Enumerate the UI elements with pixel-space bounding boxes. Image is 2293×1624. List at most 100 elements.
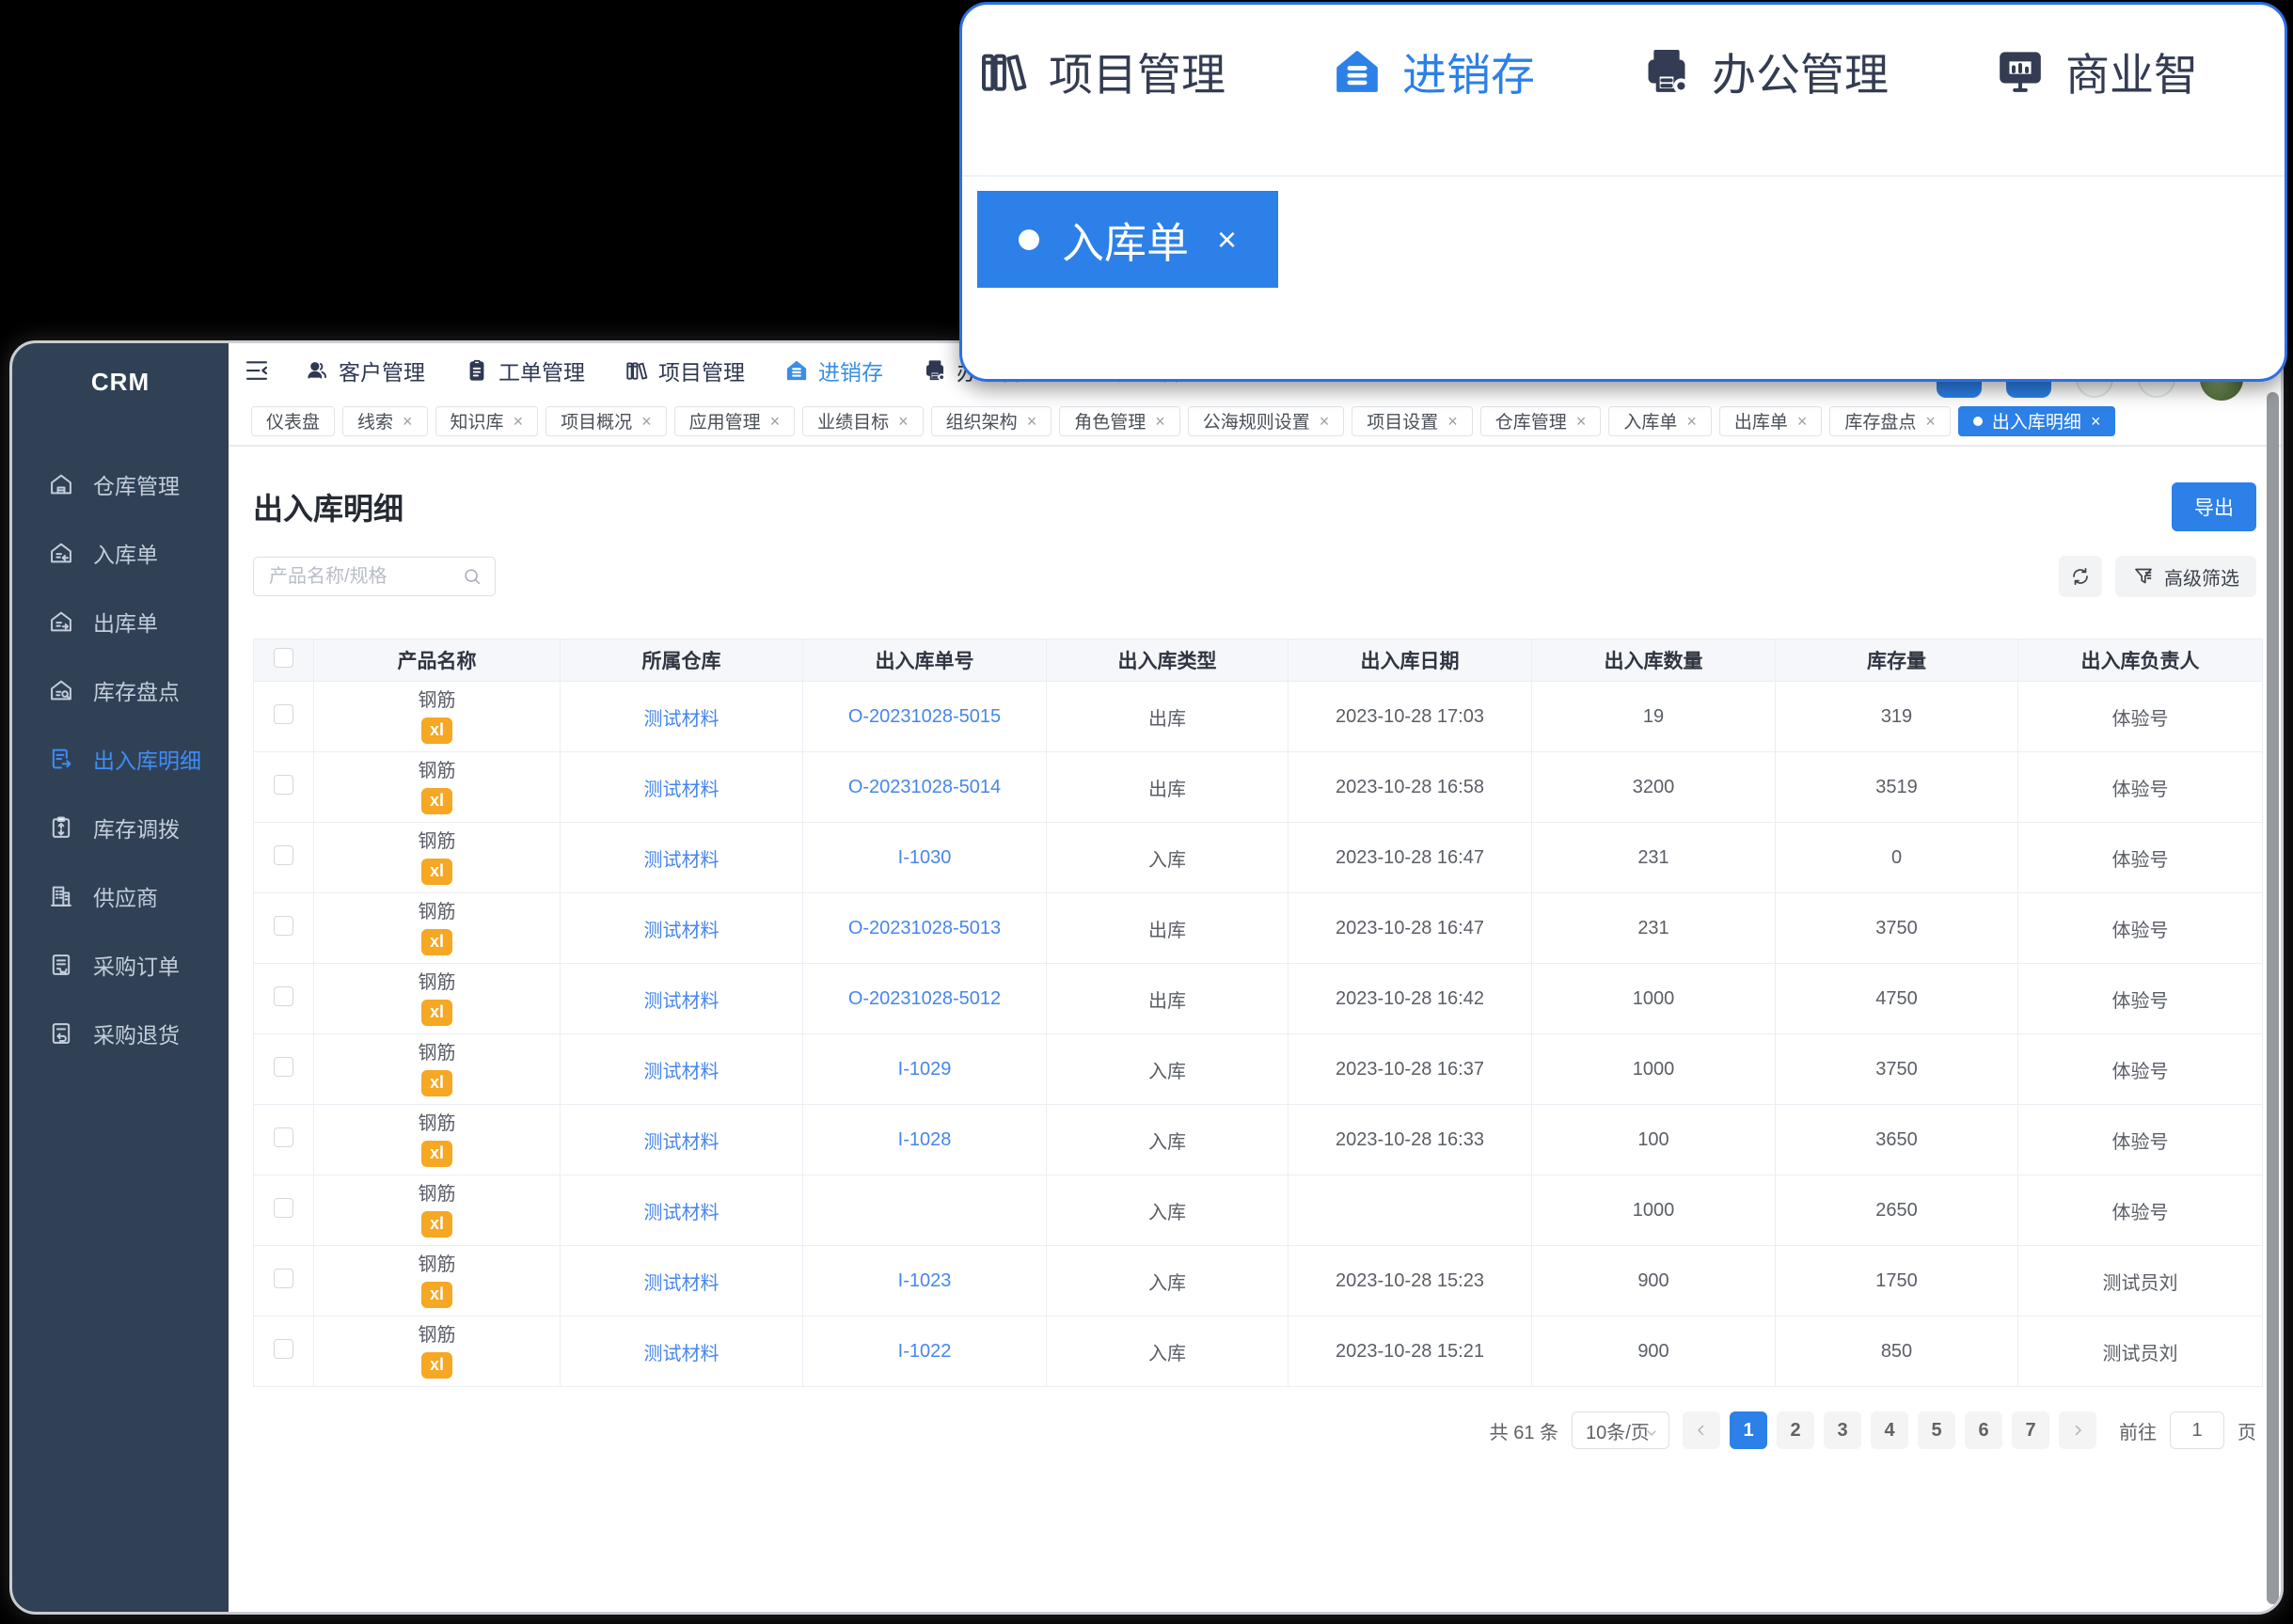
order-no-link[interactable]: I-1028 bbox=[898, 1129, 952, 1150]
tab-仪表盘[interactable]: 仪表盘 bbox=[251, 406, 335, 436]
page-button-4[interactable]: 4 bbox=[1871, 1411, 1908, 1449]
export-button[interactable]: 导出 bbox=[2172, 482, 2256, 531]
row-checkbox[interactable] bbox=[274, 916, 293, 936]
warehouse-link[interactable]: 测试材料 bbox=[644, 921, 720, 941]
close-icon[interactable]: × bbox=[898, 413, 909, 430]
order-no-link[interactable]: I-1029 bbox=[898, 1059, 952, 1080]
warehouse-link[interactable]: 测试材料 bbox=[644, 1273, 720, 1294]
overlay-nav-item-项目管理[interactable]: 项目管理 bbox=[977, 39, 1226, 103]
close-icon[interactable]: × bbox=[1027, 413, 1037, 430]
sidebar-item-出库单[interactable]: 出库单 bbox=[12, 587, 229, 655]
sidebar-item-库存调拨[interactable]: 库存调拨 bbox=[12, 793, 229, 861]
close-icon[interactable]: × bbox=[1217, 220, 1237, 260]
select-all-checkbox[interactable] bbox=[274, 648, 293, 668]
sidebar-item-入库单[interactable]: 入库单 bbox=[12, 518, 229, 587]
qty-cell: 1000 bbox=[1532, 964, 1776, 1034]
tab-知识库[interactable]: 知识库× bbox=[435, 406, 539, 436]
page-button-3[interactable]: 3 bbox=[1824, 1411, 1861, 1449]
tab-线索[interactable]: 线索× bbox=[342, 406, 428, 436]
page-button-2[interactable]: 2 bbox=[1777, 1411, 1814, 1449]
tab-应用管理[interactable]: 应用管理× bbox=[674, 406, 796, 436]
tab-仓库管理[interactable]: 仓库管理× bbox=[1480, 406, 1602, 436]
topnav-item-项目管理[interactable]: 项目管理 bbox=[625, 355, 745, 386]
advanced-filter-button[interactable]: 高级筛选 bbox=[2115, 556, 2256, 597]
close-icon[interactable]: × bbox=[1686, 413, 1697, 430]
search-input[interactable] bbox=[253, 557, 496, 596]
refresh-button[interactable] bbox=[2059, 556, 2102, 597]
warehouse-link[interactable]: 测试材料 bbox=[644, 1062, 720, 1082]
topnav-item-客户管理[interactable]: 客户管理 bbox=[305, 355, 425, 386]
order-no-link[interactable]: I-1030 bbox=[898, 847, 952, 868]
row-checkbox[interactable] bbox=[274, 704, 293, 724]
sidebar-item-采购订单[interactable]: 采购订单 bbox=[12, 930, 229, 999]
sidebar-item-出入库明细[interactable]: 出入库明细 bbox=[12, 724, 229, 793]
row-checkbox[interactable] bbox=[274, 1339, 293, 1359]
tab-项目概况[interactable]: 项目概况× bbox=[546, 406, 667, 436]
warehouse-link[interactable]: 测试材料 bbox=[644, 1132, 720, 1153]
tab-出库单[interactable]: 出库单× bbox=[1719, 406, 1823, 436]
row-checkbox[interactable] bbox=[274, 1269, 293, 1288]
close-icon[interactable]: × bbox=[403, 413, 413, 430]
order-no-link[interactable]: O-20231028-5014 bbox=[848, 777, 1001, 797]
page-size-select[interactable]: 10条/页 bbox=[1572, 1411, 1669, 1449]
tab-业绩目标[interactable]: 业绩目标× bbox=[802, 406, 924, 436]
tab-出入库明细[interactable]: 出入库明细× bbox=[1958, 406, 2116, 436]
page-button-6[interactable]: 6 bbox=[1965, 1411, 2002, 1449]
warehouse-link[interactable]: 测试材料 bbox=[644, 780, 720, 800]
sidebar-item-供应商[interactable]: 供应商 bbox=[12, 861, 229, 930]
row-checkbox[interactable] bbox=[274, 1198, 293, 1218]
overlay-nav-item-办公管理[interactable]: 办公管理 bbox=[1640, 39, 1889, 103]
overlay-nav-item-商业智[interactable]: 商业智 bbox=[1994, 39, 2198, 103]
order-no-link[interactable]: O-20231028-5015 bbox=[848, 706, 1001, 727]
warehouse-link[interactable]: 测试材料 bbox=[644, 1203, 720, 1223]
warehouse-link[interactable]: 测试材料 bbox=[644, 709, 720, 730]
order-no-link[interactable]: O-20231028-5013 bbox=[848, 918, 1001, 938]
row-checkbox[interactable] bbox=[274, 775, 293, 795]
prev-page-button[interactable] bbox=[1683, 1411, 1720, 1449]
close-icon[interactable]: × bbox=[1576, 413, 1587, 430]
tab-组织架构[interactable]: 组织架构× bbox=[931, 406, 1052, 436]
tab-项目设置[interactable]: 项目设置× bbox=[1352, 406, 1473, 436]
menu-fold-icon[interactable] bbox=[243, 356, 271, 385]
sidebar-item-采购退货[interactable]: 采购退货 bbox=[12, 999, 229, 1067]
close-icon[interactable]: × bbox=[1320, 413, 1330, 430]
close-icon[interactable]: × bbox=[1925, 413, 1936, 430]
page-button-1[interactable]: 1 bbox=[1730, 1411, 1767, 1449]
goto-page-input[interactable] bbox=[2170, 1411, 2224, 1449]
table-row: 钢筋xl 测试材料 O-20231028-5013 出库 2023-10-28 … bbox=[254, 893, 2263, 964]
order-no-link[interactable]: I-1022 bbox=[898, 1341, 952, 1362]
warehouse-link[interactable]: 测试材料 bbox=[644, 1344, 720, 1364]
page-button-5[interactable]: 5 bbox=[1918, 1411, 1955, 1449]
vertical-scrollbar[interactable] bbox=[2267, 392, 2279, 1604]
tab-公海规则设置[interactable]: 公海规则设置× bbox=[1188, 406, 1345, 436]
overlay-tab-inbound[interactable]: 入库单 × bbox=[977, 191, 1278, 288]
close-icon[interactable]: × bbox=[770, 413, 781, 430]
row-checkbox[interactable] bbox=[274, 1057, 293, 1077]
warehouse-link[interactable]: 测试材料 bbox=[644, 850, 720, 871]
sidebar-item-库存盘点[interactable]: 库存盘点 bbox=[12, 655, 229, 724]
date-cell bbox=[1289, 1175, 1532, 1246]
row-checkbox[interactable] bbox=[274, 986, 293, 1006]
warehouse-link[interactable]: 测试材料 bbox=[644, 991, 720, 1012]
order-no-link[interactable]: O-20231028-5012 bbox=[848, 988, 1001, 1009]
topnav-item-进销存[interactable]: 进销存 bbox=[784, 355, 883, 386]
select-all-cell bbox=[254, 639, 314, 682]
tab-角色管理[interactable]: 角色管理× bbox=[1059, 406, 1180, 436]
page-button-7[interactable]: 7 bbox=[2012, 1411, 2049, 1449]
close-icon[interactable]: × bbox=[2091, 413, 2101, 430]
close-icon[interactable]: × bbox=[1797, 413, 1808, 430]
close-icon[interactable]: × bbox=[1447, 413, 1458, 430]
topnav-item-工单管理[interactable]: 工单管理 bbox=[465, 355, 585, 386]
close-icon[interactable]: × bbox=[1155, 413, 1165, 430]
row-checkbox[interactable] bbox=[274, 845, 293, 865]
tab-库存盘点[interactable]: 库存盘点× bbox=[1829, 406, 1951, 436]
close-icon[interactable]: × bbox=[514, 413, 524, 430]
tab-入库单[interactable]: 入库单× bbox=[1608, 406, 1712, 436]
close-icon[interactable]: × bbox=[641, 413, 652, 430]
next-page-button[interactable] bbox=[2059, 1411, 2096, 1449]
row-checkbox[interactable] bbox=[274, 1127, 293, 1147]
order-no-link[interactable]: I-1023 bbox=[898, 1270, 952, 1291]
overlay-nav-item-进销存[interactable]: 进销存 bbox=[1331, 39, 1535, 103]
order-no-cell: I-1030 bbox=[803, 823, 1047, 893]
sidebar-item-仓库管理[interactable]: 仓库管理 bbox=[12, 449, 229, 518]
